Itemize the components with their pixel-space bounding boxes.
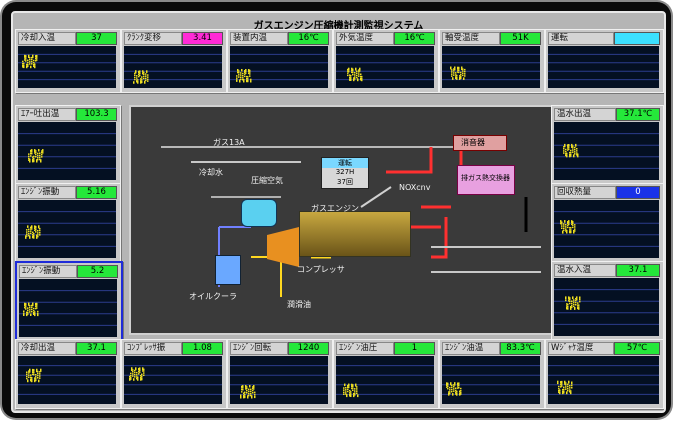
- panel-value: 1: [394, 342, 435, 355]
- trend-graph: [18, 356, 116, 404]
- panel-label: ｴﾝｼﾞﾝ振動: [18, 186, 76, 199]
- window-frame: ガスエンジン圧縮機計測監視システム 消音器 排ガス熱交換器 ガスエンジン コンプ…: [2, 2, 671, 418]
- monitor-panel-p16[interactable]: ｴﾝｼﾞﾝ油圧 1: [333, 339, 439, 409]
- panel-value: 5.2: [77, 265, 118, 278]
- monitor-panel-p18[interactable]: Wｼﾞｬｹ温度 57℃: [545, 339, 664, 409]
- trend-graph: [336, 356, 434, 404]
- panel-label: 回収熱量: [554, 186, 616, 199]
- run-status-title: 運転: [322, 158, 368, 168]
- trend-graph: [554, 200, 659, 258]
- trend-graph: [230, 46, 328, 88]
- oil-cooler-label: オイルクーラ: [189, 292, 237, 301]
- monitor-panel-p17[interactable]: ｴﾝｼﾞﾝ油温 83.3℃: [439, 339, 545, 409]
- panel-value: 5.16: [76, 186, 117, 199]
- panel-label: ｴﾝｼﾞﾝ油温: [442, 342, 500, 355]
- trend-graph: [548, 46, 659, 88]
- compressed-air-label: 圧縮空気: [251, 176, 283, 185]
- monitor-panel-p13[interactable]: 冷却出温 37.1: [15, 339, 121, 409]
- monitor-panel-p7[interactable]: ｴｱｰ吐出温 103.3: [15, 105, 121, 185]
- panel-label: 軸受温度: [442, 32, 500, 45]
- trend-graph: [124, 46, 222, 88]
- panel-label: 装置内温: [230, 32, 288, 45]
- trend-graph: [554, 278, 659, 336]
- panel-label: 冷却入温: [18, 32, 76, 45]
- trend-graph: [548, 356, 659, 404]
- trend-graph: [18, 200, 116, 258]
- panel-value: 83.3℃: [500, 342, 541, 355]
- trend-graph: [124, 356, 222, 404]
- trend-graph: [18, 122, 116, 180]
- panel-label: 冷却出温: [18, 342, 76, 355]
- monitor-panel-p15[interactable]: ｴﾝｼﾞﾝ回転 1240: [227, 339, 333, 409]
- panel-value: 37.1: [76, 342, 117, 355]
- trend-graph: [442, 46, 540, 88]
- panel-label: ｴﾝｼﾞﾝ油圧: [336, 342, 394, 355]
- panel-value: 1.08: [182, 342, 223, 355]
- heat-exchanger-label: 排ガス熱交換器: [461, 174, 510, 182]
- panel-value: 37.1℃: [616, 108, 660, 121]
- panel-label: Wｼﾞｬｹ温度: [548, 342, 614, 355]
- monitor-panel-p4[interactable]: 外気温度 16℃: [333, 29, 439, 93]
- compressor-label: コンプレッサ: [297, 265, 345, 274]
- panel-label: ｴﾝｼﾞﾝ回転: [230, 342, 288, 355]
- panel-label: 温水入温: [554, 264, 616, 277]
- oil-cooler-body: [215, 255, 241, 285]
- monitor-screen: ガスエンジン圧縮機計測監視システム 消音器 排ガス熱交換器 ガスエンジン コンプ…: [11, 11, 666, 413]
- monitor-panel-p6[interactable]: 運転: [545, 29, 664, 93]
- monitor-panel-p5[interactable]: 軸受温度 51K: [439, 29, 545, 93]
- panel-label: ｸﾗﾝｸ変移: [124, 32, 182, 45]
- nox-label: NOXcnv: [399, 183, 431, 192]
- run-count: 37回: [337, 178, 353, 186]
- panel-label: 温水出温: [554, 108, 616, 121]
- panel-value: 51K: [500, 32, 541, 45]
- monitor-panel-p12[interactable]: 温水入温 37.1: [551, 261, 664, 341]
- panel-label: ｴﾝｼﾞﾝ振動: [19, 265, 77, 278]
- panel-label: ｴｱｰ吐出温: [18, 108, 76, 121]
- panel-value: 16℃: [394, 32, 435, 45]
- lube-oil-label: 潤滑油: [287, 300, 311, 309]
- trend-graph: [18, 46, 116, 88]
- trend-graph: [19, 279, 117, 337]
- trend-graph: [230, 356, 328, 404]
- panel-value: 57℃: [614, 342, 660, 355]
- panel-value: 3.41: [182, 32, 223, 45]
- panel-value: 103.3: [76, 108, 117, 121]
- run-status-box: 運転 327H 37回: [321, 157, 369, 189]
- monitor-panel-p2[interactable]: ｸﾗﾝｸ変移 3.41: [121, 29, 227, 93]
- panel-value: 37.1: [616, 264, 660, 277]
- panel-value: 0: [616, 186, 660, 199]
- trend-graph: [554, 122, 659, 180]
- monitor-panel-p9[interactable]: ｴﾝｼﾞﾝ振動 5.2: [15, 261, 123, 343]
- monitor-panel-p14[interactable]: ｺﾝﾌﾟﾚｯｻ振 1.08: [121, 339, 227, 409]
- monitor-panel-p10[interactable]: 温水出温 37.1℃: [551, 105, 664, 185]
- panel-label: 外気温度: [336, 32, 394, 45]
- monitor-panel-p3[interactable]: 装置内温 16℃: [227, 29, 333, 93]
- tank: [241, 199, 277, 227]
- panel-value: [614, 32, 660, 45]
- panel-value: 1240: [288, 342, 329, 355]
- monitor-panel-p1[interactable]: 冷却入温 37: [15, 29, 121, 93]
- engine-body: [299, 211, 411, 257]
- process-diagram: 消音器 排ガス熱交換器 ガスエンジン コンプレッサ オイルクーラ 潤滑油 ガス1…: [129, 105, 555, 335]
- muffler-label: 消音器: [461, 138, 485, 147]
- run-hours: 327H: [335, 168, 355, 176]
- trend-graph: [442, 356, 540, 404]
- panel-value: 37: [76, 32, 117, 45]
- panel-value: 16℃: [288, 32, 329, 45]
- cooling-water-label: 冷却水: [199, 168, 223, 177]
- trend-graph: [336, 46, 434, 88]
- gas-engine-label: ガスエンジン: [311, 204, 359, 213]
- panel-label: ｺﾝﾌﾟﾚｯｻ振: [124, 342, 182, 355]
- monitor-panel-p8[interactable]: ｴﾝｼﾞﾝ振動 5.16: [15, 183, 121, 263]
- monitor-panel-p11[interactable]: 回収熱量 0: [551, 183, 664, 263]
- panel-label: 運転: [548, 32, 614, 45]
- gas-label: ガス13A: [213, 138, 245, 147]
